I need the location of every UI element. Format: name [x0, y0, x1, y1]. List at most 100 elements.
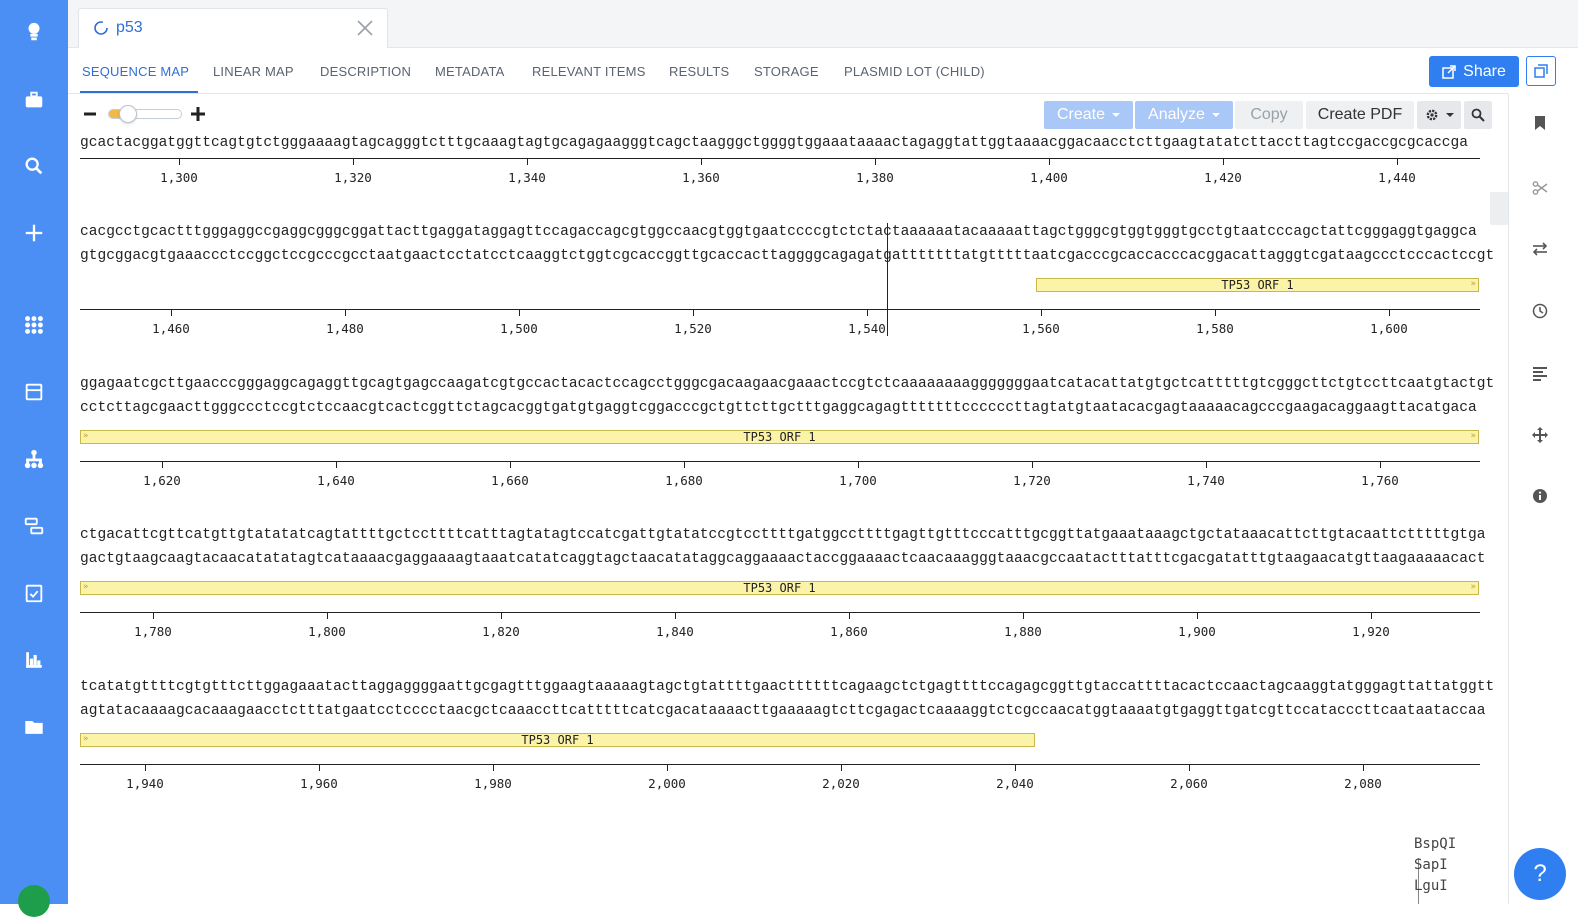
tab-description[interactable]: DESCRIPTION [320, 64, 411, 79]
feature-annotation[interactable]: » TP53 ORF 1 [80, 733, 1035, 747]
ruler-tick-label: 1,900 [1178, 624, 1216, 639]
workflow-icon[interactable] [0, 504, 68, 548]
ruler-tick-label: 1,740 [1187, 473, 1225, 488]
scrollbar-thumb[interactable] [1490, 192, 1508, 225]
info-icon[interactable] [1529, 485, 1551, 507]
feature-annotation[interactable]: »» TP53 ORF 1 [80, 430, 1479, 444]
sequence-top-strand[interactable]: tcatatgttttcgtgtttcttggagaaatacttaggaggg… [80, 679, 1494, 695]
sequence-top-strand[interactable]: gcactacggatggttcagtgtctgggaaaagtagcagggt… [80, 135, 1468, 151]
help-button[interactable]: ? [1514, 848, 1566, 900]
zoom-in-icon[interactable] [190, 106, 206, 122]
sequence-top-strand[interactable]: ggagaatcgcttgaacccgggaggcagaggttgcagtgag… [80, 376, 1494, 392]
gear-icon [1426, 109, 1437, 121]
tab-linear-map[interactable]: LINEAR MAP [213, 64, 294, 79]
ruler-tick-label: 2,000 [648, 776, 686, 791]
ruler-tick-label: 1,840 [656, 624, 694, 639]
ruler-tick-label: 1,580 [1196, 321, 1234, 336]
ruler-tick [701, 158, 702, 165]
ruler-tick [667, 764, 668, 771]
inventory-box-icon[interactable] [0, 370, 68, 414]
sequence-top-strand[interactable]: ctgacattcgttcatgttgtatatatcagtattttgctcc… [80, 527, 1485, 543]
search-icon[interactable] [0, 144, 68, 188]
ruler-tick [1049, 158, 1050, 165]
ruler-tick-label: 1,660 [491, 473, 529, 488]
swap-arrows-icon[interactable] [1529, 238, 1551, 260]
feature-annotation[interactable]: »» TP53 ORF 1 [80, 581, 1479, 595]
hierarchy-icon[interactable] [0, 437, 68, 481]
settings-dropdown-button[interactable] [1417, 101, 1461, 129]
sequence-bottom-strand[interactable]: cctcttagcgaacttgggccctccgtctccaacgtcactc… [80, 400, 1477, 416]
ruler-axis [80, 764, 1480, 765]
ruler-tick [319, 764, 320, 771]
history-clock-icon[interactable] [1529, 300, 1551, 322]
ruler-tick [327, 612, 328, 619]
sequence-top-strand[interactable]: cacgcctgcactttgggaggccgaggcgggcggattactt… [80, 224, 1477, 240]
zoom-slider-handle[interactable] [119, 105, 137, 123]
sequence-bottom-strand[interactable]: gactgtaagcaagtacaacatatatagtcataaaacgagg… [80, 551, 1485, 567]
tab-metadata[interactable]: METADATA [435, 64, 505, 79]
ruler-tick-label: 1,600 [1370, 321, 1408, 336]
feature-annotation[interactable]: » TP53 ORF 1 [1036, 278, 1479, 292]
right-sidebar [1508, 94, 1578, 904]
ruler-tick-label: 1,360 [682, 170, 720, 185]
enzyme-label[interactable]: SapI [1414, 857, 1448, 873]
apps-grid-icon[interactable] [0, 303, 68, 347]
tab-relevant-items[interactable]: RELEVANT ITEMS [532, 64, 646, 79]
ruler-tick [693, 309, 694, 316]
tab-plasmid-lot-child[interactable]: PLASMID LOT (CHILD) [844, 64, 985, 79]
tasks-icon[interactable] [0, 571, 68, 615]
zoom-out-icon[interactable] [83, 106, 97, 122]
ruler-tick-label: 1,420 [1204, 170, 1242, 185]
copy-button[interactable]: Copy [1235, 101, 1303, 129]
scissors-icon[interactable] [1529, 177, 1551, 199]
text-align-icon[interactable] [1529, 362, 1551, 384]
tab-sequence-map[interactable]: SEQUENCE MAP [82, 64, 189, 79]
sequence-bottom-strand[interactable]: agtatacaaaagcacaaagaacctctttatgaatcctccc… [80, 703, 1485, 719]
move-arrows-icon[interactable] [1529, 424, 1551, 446]
reports-chart-icon[interactable] [0, 638, 68, 682]
ruler-tick-label: 1,700 [839, 473, 877, 488]
ruler-tick [1023, 612, 1024, 619]
app-logo-icon[interactable] [0, 10, 68, 54]
ruler-tick-label: 1,760 [1361, 473, 1399, 488]
add-icon[interactable] [0, 211, 68, 255]
ruler-tick [493, 764, 494, 771]
ruler-tick [867, 309, 868, 316]
create-pdf-button[interactable]: Create PDF [1306, 101, 1414, 129]
ruler-tick [353, 158, 354, 165]
create-dropdown-button[interactable]: Create [1044, 101, 1133, 129]
sequence-search-button[interactable] [1464, 101, 1492, 129]
ruler-tick [145, 764, 146, 771]
folder-settings-icon[interactable] [0, 705, 68, 749]
enzyme-label[interactable]: BspQI [1414, 836, 1456, 852]
sequence-cursor [887, 223, 888, 336]
ruler-tick [1015, 764, 1016, 771]
search-icon [1471, 108, 1485, 122]
ruler-tick-label: 1,980 [474, 776, 512, 791]
sequence-bottom-strand[interactable]: gtgcggacgtgaaaccctccggctccgcccgcctaatgaa… [80, 248, 1494, 264]
briefcase-icon[interactable] [0, 78, 68, 122]
tab-title: p53 [116, 19, 143, 36]
share-button[interactable]: Share [1429, 56, 1519, 87]
ruler-tick [153, 612, 154, 619]
create-label: Create [1056, 106, 1106, 123]
analyze-dropdown-button[interactable]: Analyze [1135, 101, 1233, 129]
tab-storage[interactable]: STORAGE [754, 64, 819, 79]
ruler-tick [519, 309, 520, 316]
close-icon[interactable] [355, 18, 375, 38]
bookmark-icon[interactable] [1529, 112, 1551, 134]
ruler-tick-label: 1,940 [126, 776, 164, 791]
ruler-tick [1197, 612, 1198, 619]
ruler-tick-label: 1,640 [317, 473, 355, 488]
active-tab-indicator [80, 91, 198, 93]
ruler-tick-label: 2,060 [1170, 776, 1208, 791]
enzyme-label[interactable]: LguI [1414, 878, 1448, 894]
document-tab[interactable]: p53 [78, 8, 388, 48]
ruler-tick-label: 1,620 [143, 473, 181, 488]
user-avatar[interactable] [18, 885, 50, 917]
tab-results[interactable]: RESULTS [669, 64, 729, 79]
ruler-tick [1032, 461, 1033, 468]
zoom-slider[interactable] [108, 105, 182, 123]
ruler-tick-label: 1,380 [856, 170, 894, 185]
duplicate-button[interactable] [1526, 56, 1556, 86]
